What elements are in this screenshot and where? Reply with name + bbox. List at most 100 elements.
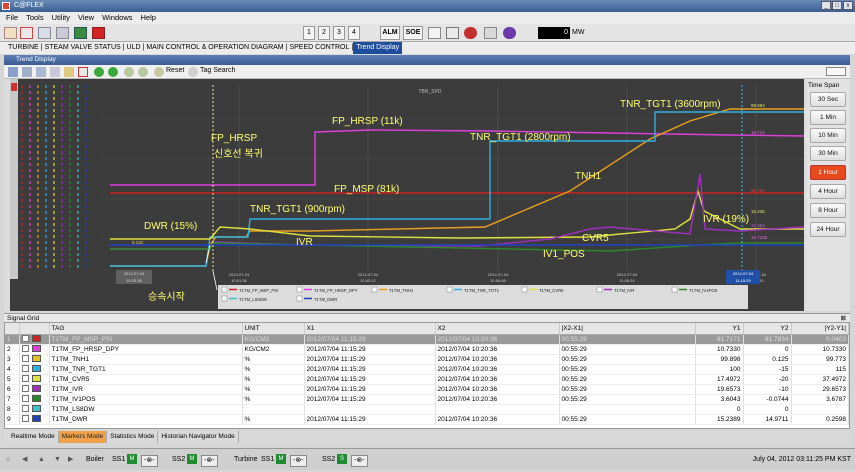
menu-help[interactable]: Help (141, 12, 156, 24)
scroll-marker[interactable] (11, 83, 17, 91)
table-row[interactable]: 4 T1TM_TNR_TGT1% 2012/07/04 11:15:29 2012/0… (5, 364, 849, 375)
menu-windows[interactable]: Windows (102, 12, 132, 24)
print-icon[interactable] (50, 67, 60, 77)
color-swatch[interactable] (31, 385, 41, 393)
home-nav-icon[interactable]: ⌂ (6, 455, 10, 465)
legend-checkbox-5[interactable] (521, 286, 528, 293)
color-swatch[interactable] (31, 345, 41, 353)
bell-icon[interactable] (464, 27, 477, 39)
col-tag[interactable]: TAG (49, 323, 243, 335)
check-icon[interactable] (446, 27, 459, 39)
legend-checkbox-6[interactable] (596, 286, 603, 293)
folder-icon[interactable] (64, 67, 74, 77)
span-4hour-button[interactable]: 4 Hour (810, 184, 846, 199)
chart-icon[interactable] (8, 67, 18, 77)
globe-icon[interactable] (503, 27, 516, 39)
scroll-strip[interactable] (10, 79, 18, 279)
reset-button[interactable]: Reset (166, 67, 184, 74)
maximize-button[interactable]: □ (832, 1, 842, 10)
color-swatch[interactable] (31, 375, 41, 383)
tab-steam-valve-status[interactable]: STEAM VALVE STATUS (43, 42, 123, 54)
zoom-in-icon[interactable] (124, 67, 134, 77)
table-row[interactable]: 8 T1TM_LS8DW 0 0 (5, 404, 849, 415)
cursor-icon[interactable] (78, 67, 88, 77)
color-swatch[interactable] (31, 335, 41, 343)
tab-statistics-mode[interactable]: Statistics Mode (107, 431, 159, 443)
up-nav-icon[interactable]: ▲ (38, 455, 45, 465)
green-status-icon[interactable] (74, 27, 87, 39)
visibility-checkbox[interactable] (21, 345, 29, 353)
menu-file[interactable]: File (6, 12, 18, 24)
panel-window-controls[interactable] (826, 67, 846, 76)
legend-checkbox-8[interactable] (221, 295, 228, 302)
down-nav-icon[interactable]: ▼ (54, 455, 61, 465)
tag-search-button[interactable]: Tag Search (200, 67, 235, 74)
list-icon[interactable] (20, 27, 33, 39)
tab-turbine[interactable]: TURBINE (6, 42, 41, 54)
back-nav-icon[interactable]: ◀ (22, 455, 27, 465)
legend-checkbox-3[interactable] (371, 286, 378, 293)
span-8hour-button[interactable]: 8 Hour (810, 203, 846, 218)
col-dx[interactable]: |X2-X1| (559, 323, 696, 335)
color-swatch[interactable] (31, 355, 41, 363)
save-icon[interactable] (36, 67, 46, 77)
forward-icon[interactable] (108, 67, 118, 77)
col-x2[interactable]: X2 (435, 323, 560, 335)
forward-nav-icon[interactable]: ▶ (68, 455, 73, 465)
legend-checkbox-1[interactable] (221, 286, 228, 293)
report-icon[interactable] (428, 27, 441, 39)
color-swatch[interactable] (31, 395, 41, 403)
table-row[interactable]: 7 T1TM_IV1POS% 2012/07/04 11:15:29 2012/07/… (5, 394, 849, 405)
tab-markers-mode[interactable]: Markers Mode (58, 431, 108, 443)
zoom-out-icon[interactable] (138, 67, 148, 77)
minimize-button[interactable]: _ (821, 1, 831, 10)
table-row[interactable]: 9 T1TM_DWR% 2012/07/04 11:15:29 2012/07/04 … (5, 414, 849, 425)
tab-historian-navigator-mode[interactable]: Historian Navigator Mode (158, 431, 239, 443)
link-icon[interactable] (56, 27, 69, 39)
legend-checkbox-4[interactable] (446, 286, 453, 293)
grid-icon[interactable] (38, 27, 51, 39)
add-icon[interactable] (22, 67, 32, 77)
span-30min-button[interactable]: 30 Min (810, 146, 846, 161)
tab-main-control[interactable]: MAIN CONTROL & OPERATION DIAGRAM (144, 42, 285, 54)
table-row[interactable]: 1 T1TM_FP_MSP_PSI KG/CM2 2012/07/04 11:15:2… (5, 334, 849, 345)
table-row[interactable]: 6 T1TM_IVR% 2012/07/04 11:15:29 2012/07/04 … (5, 384, 849, 395)
visibility-checkbox[interactable] (21, 385, 29, 393)
trend-chart[interactable]: TBN_SPD 2012-07-0410:01:362012-07-0410:4… (10, 79, 804, 311)
span-10min-button[interactable]: 10 Min (810, 128, 846, 143)
page-1-button[interactable]: 1 (303, 26, 315, 40)
legend-checkbox-9[interactable] (296, 295, 303, 302)
col-y2[interactable]: Y2 (743, 323, 792, 335)
color-swatch[interactable] (31, 405, 41, 413)
visibility-checkbox[interactable] (21, 365, 29, 373)
menu-utility[interactable]: Utility (52, 12, 70, 24)
soe-button[interactable]: SOE (403, 26, 423, 40)
home-icon[interactable] (4, 27, 17, 39)
table-row[interactable]: 5 T1TM_CVR5% 2012/07/04 11:15:29 2012/07/04… (5, 374, 849, 385)
tab-realtime-mode[interactable]: Realtime Mode (8, 431, 59, 443)
table-row[interactable]: 3 T1TM_TNH1% 2012/07/04 11:15:29 2012/07/04… (5, 354, 849, 365)
table-row[interactable]: 2 T1TM_FP_HRSP_DPY KG/CM2 2012/07/04 11:15:… (5, 344, 849, 355)
col-unit[interactable]: UNIT (242, 323, 305, 335)
visibility-checkbox[interactable] (21, 395, 29, 403)
visibility-checkbox[interactable] (21, 355, 29, 363)
span-24hour-button[interactable]: 24 Hour (810, 222, 846, 237)
tab-uld[interactable]: ULD (125, 42, 143, 54)
span-30sec-button[interactable]: 30 Sec (810, 92, 846, 107)
col-dy[interactable]: |Y2-Y1| (791, 323, 849, 335)
span-1min-button[interactable]: 1 Min (810, 110, 846, 125)
close-button[interactable]: x (843, 1, 853, 10)
menu-view[interactable]: View (78, 12, 94, 24)
visibility-checkbox[interactable] (21, 375, 29, 383)
color-swatch[interactable] (31, 365, 41, 373)
color-swatch[interactable] (31, 415, 41, 423)
pen-icon[interactable] (484, 27, 497, 39)
page-3-button[interactable]: 3 (333, 26, 345, 40)
visibility-checkbox[interactable] (21, 405, 29, 413)
col-y1[interactable]: Y1 (695, 323, 744, 335)
menu-tools[interactable]: Tools (26, 12, 44, 24)
span-1hour-button[interactable]: 1 Hour (810, 165, 846, 180)
tab-speed-control[interactable]: SPEED CONTROL (287, 42, 351, 54)
col-x1[interactable]: X1 (304, 323, 436, 335)
visibility-checkbox[interactable] (21, 335, 29, 343)
